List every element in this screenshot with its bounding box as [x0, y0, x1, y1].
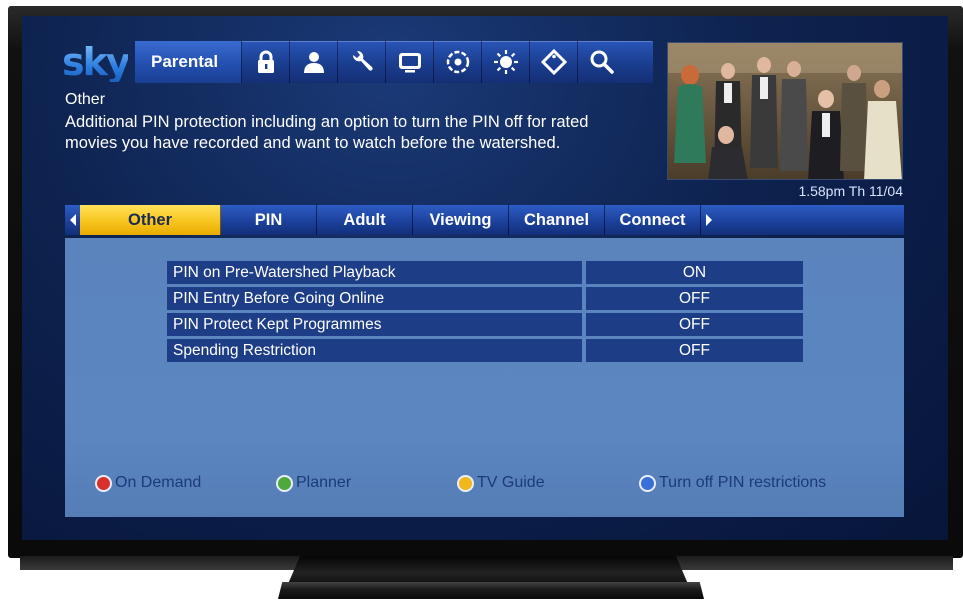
setting-row-spending-restriction[interactable]: Spending Restriction OFF: [167, 339, 803, 362]
person-icon[interactable]: [289, 41, 337, 83]
color-key-footer: On Demand Planner TV Guide Turn off PIN …: [95, 471, 895, 495]
footer-planner[interactable]: Planner: [276, 471, 351, 495]
setting-label: Spending Restriction: [167, 339, 582, 362]
tab-other[interactable]: Other: [80, 205, 221, 235]
setting-value[interactable]: OFF: [586, 313, 803, 336]
setting-label: PIN Protect Kept Programmes: [167, 313, 582, 336]
footer-label: Turn off PIN restrictions: [659, 474, 827, 491]
footer-on-demand[interactable]: On Demand: [95, 471, 201, 495]
yellow-button-icon: [457, 474, 474, 492]
tab-connect[interactable]: Connect: [605, 205, 701, 235]
tab-bar: Other PIN Adult Viewing Channel Connect: [65, 205, 904, 235]
setting-row-going-online[interactable]: PIN Entry Before Going Online OFF: [167, 287, 803, 310]
tv-screen: sky Parental 1.58pm Th 11/04 Other Addit…: [22, 16, 948, 540]
programme-preview-image: [667, 42, 903, 180]
setting-row-pre-watershed[interactable]: PIN on Pre-Watershed Playback ON: [167, 261, 803, 284]
tab-channel[interactable]: Channel: [509, 205, 605, 235]
sky-logo: sky: [62, 40, 131, 84]
clock: 1.58pm Th 11/04: [798, 183, 903, 199]
section-description: Additional PIN protection including an o…: [65, 113, 589, 152]
settings-list: PIN on Pre-Watershed Playback ON PIN Ent…: [167, 261, 803, 365]
footer-label: On Demand: [115, 474, 202, 491]
footer-tv-guide[interactable]: TV Guide: [457, 471, 545, 495]
green-button-icon: [276, 474, 293, 492]
tab-adult[interactable]: Adult: [317, 205, 413, 235]
blue-button-icon: [639, 474, 656, 492]
setting-value[interactable]: ON: [586, 261, 803, 284]
setting-label: PIN Entry Before Going Online: [167, 287, 582, 310]
disc-icon[interactable]: [433, 41, 481, 83]
tab-viewing[interactable]: Viewing: [413, 205, 509, 235]
top-menu-bar: Parental: [135, 41, 653, 83]
tab-scroll-left-icon[interactable]: [65, 205, 80, 235]
tab-scroll-right-icon[interactable]: [701, 205, 716, 235]
settings-panel: PIN on Pre-Watershed Playback ON PIN Ent…: [65, 238, 904, 517]
search-icon[interactable]: [577, 41, 625, 83]
tag-icon[interactable]: [529, 41, 577, 83]
section-title: Other: [65, 91, 106, 108]
menu-section-label[interactable]: Parental: [135, 41, 241, 83]
footer-label: TV Guide: [477, 474, 545, 491]
setting-value[interactable]: OFF: [586, 339, 803, 362]
lock-icon[interactable]: [241, 41, 289, 83]
tv-stand-neck: [288, 556, 688, 584]
tv-stand-base: [278, 582, 704, 599]
footer-label: Planner: [296, 474, 352, 491]
setting-value[interactable]: OFF: [586, 287, 803, 310]
wrench-icon[interactable]: [337, 41, 385, 83]
footer-turn-off-pin[interactable]: Turn off PIN restrictions: [639, 471, 826, 495]
tab-pin[interactable]: PIN: [221, 205, 317, 235]
tv-icon[interactable]: [385, 41, 433, 83]
sun-icon[interactable]: [481, 41, 529, 83]
setting-row-kept-programmes[interactable]: PIN Protect Kept Programmes OFF: [167, 313, 803, 336]
red-button-icon: [95, 474, 112, 492]
setting-label: PIN on Pre-Watershed Playback: [167, 261, 582, 284]
